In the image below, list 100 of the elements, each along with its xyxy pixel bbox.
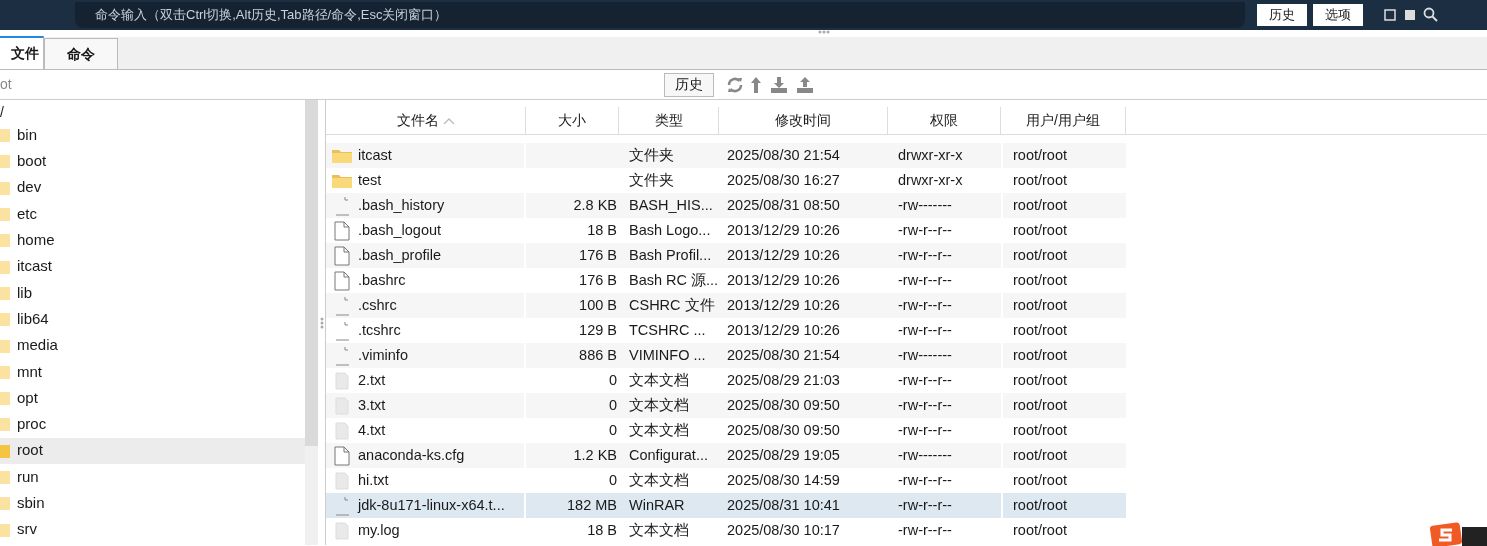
column-header[interactable]: 大小 [526,107,619,134]
file-size: 0 [608,370,617,390]
toolbar-button[interactable]: 历史 [1257,4,1307,26]
text-file-icon [335,396,349,415]
up-arrow-icon[interactable] [750,75,762,94]
column-header[interactable]: 文件名 [326,107,526,134]
file-name: 3.txt [358,395,386,415]
file-name: itcast [358,145,392,165]
document-icon [334,270,350,291]
blank-file-icon [334,345,350,366]
permissions: -rw-r--r-- [898,520,952,540]
tree-item[interactable]: run [0,463,305,491]
folder-icon [0,180,10,195]
column-header[interactable]: 类型 [619,107,719,134]
folder-icon [0,417,10,432]
file-type: 文件夹 [629,170,674,190]
permissions: -rw-r--r-- [898,295,952,315]
ime-logo-icon[interactable] [1430,522,1487,546]
tree-item[interactable]: sbin [0,490,305,517]
tree-item[interactable]: media [0,332,305,359]
tree-item[interactable]: proc [0,411,305,438]
file-type: Configurat... [629,445,708,465]
tree-item[interactable]: itcast [0,253,305,280]
tree-item[interactable]: root [0,437,305,464]
drag-handle-icon[interactable] [817,30,830,34]
tree-item[interactable]: dev [0,174,305,201]
owner: root/root [1013,270,1067,290]
permissions: drwxr-xr-x [898,170,963,190]
permissions: -rw-r--r-- [898,370,952,390]
file-size: 18 B [587,220,617,240]
toolbar-button[interactable]: 选项 [1313,4,1363,26]
scrollbar-thumb[interactable] [305,100,318,446]
folder-icon [332,173,352,188]
file-row[interactable]: .viminfo 886 B VIMINFO ... 2025/08/30 21:54 -rw------- root/root [326,343,1126,368]
file-row[interactable]: jdk-8u171-linux-x64.t... 182 MB WinRAR 2025/08/31 10:41 -rw-r--r-- root/root [326,493,1126,518]
tree-item[interactable]: etc [0,200,305,228]
file-type: Bash RC 源... [629,270,719,290]
file-name: .bash_profile [358,245,442,265]
upload-icon[interactable] [796,75,814,94]
tree-item[interactable]: bin [0,122,305,149]
file-row[interactable]: .bash_profile 176 B Bash Profil... 2013/12/29 10:26 -rw-r--r-- root/root [326,243,1126,268]
folder-icon [0,154,10,169]
command-input-bar[interactable]: 命令输入（双击Ctrl切换,Alt历史,Tab路径/命令,Esc关闭窗口） [75,2,1245,28]
tree-item[interactable]: mnt [0,358,305,385]
modified-time: 2013/12/29 10:26 [727,295,840,315]
permissions: -rw------- [898,195,952,215]
permissions: -rw-r--r-- [898,395,952,415]
splitter-handle-icon[interactable] [319,316,324,329]
file-name: anaconda-ks.cfg [358,445,465,465]
folder-icon [0,312,10,327]
file-type: 文本文档 [629,395,689,415]
tree-item[interactable]: lib [0,279,305,307]
tree-item[interactable]: home [0,227,305,254]
owner: root/root [1013,295,1067,315]
modified-time: 2025/08/30 16:27 [727,170,840,190]
file-row[interactable]: .cshrc 100 B CSHRC 文件 2013/12/29 10:26 -rw-r--r-- root/root [326,293,1126,318]
file-row[interactable]: itcast 文件夹 2025/08/30 21:54 drwxr-xr-x root/root [326,143,1126,168]
column-header[interactable]: 用户/用户组 [1001,107,1126,134]
tab[interactable]: 命令 [44,38,118,69]
file-row[interactable]: anaconda-ks.cfg 1.2 KB Configurat... 2025/08/29 19:05 -rw------- root/root [326,443,1126,468]
search-icon[interactable] [1423,7,1439,23]
modified-time: 2025/08/30 10:17 [727,520,840,540]
file-row[interactable]: .bash_history 2.8 KB BASH_HIS... 2025/08/31 08:50 -rw------- root/root [326,193,1126,218]
tree-item[interactable]: lib64 [0,306,305,333]
column-header[interactable]: 修改时间 [719,107,888,134]
file-row[interactable]: 3.txt 0 文本文档 2025/08/30 09:50 -rw-r--r-- root/root [326,393,1126,418]
tree-item[interactable]: boot [0,148,305,175]
file-name: 4.txt [358,420,386,440]
file-name: .bash_history [358,195,445,215]
path-field[interactable]: ot [0,71,660,98]
modified-time: 2025/08/29 19:05 [727,445,840,465]
tree-item[interactable]: srv [0,516,305,543]
download-icon[interactable] [770,75,788,94]
file-type: CSHRC 文件 [629,295,715,315]
history-button[interactable]: 历史 [664,72,714,97]
sort-ascending-icon [442,116,455,125]
folder-icon [0,128,10,143]
owner: root/root [1013,170,1067,190]
tab[interactable]: 文件 [0,36,44,69]
modified-time: 2025/08/30 21:54 [727,145,840,165]
tree-item[interactable]: opt [0,384,305,412]
document-icon [334,445,350,466]
modified-time: 2025/08/30 09:50 [727,395,840,415]
file-type: 文本文档 [629,420,689,440]
text-file-icon [335,471,349,490]
tree-root[interactable]: / [0,104,305,122]
file-name: .bashrc [358,270,406,290]
owner: root/root [1013,320,1067,340]
document-icon [334,220,350,241]
column-header[interactable]: 权限 [888,107,1001,134]
refresh-icon[interactable] [726,75,744,94]
modified-time: 2013/12/29 10:26 [727,220,840,240]
file-size: 182 MB [567,495,617,515]
owner: root/root [1013,495,1067,515]
file-type: VIMINFO ... [629,345,706,365]
folder-icon [0,259,10,274]
owner: root/root [1013,370,1067,390]
modified-time: 2025/08/31 08:50 [727,195,840,215]
file-type: 文本文档 [629,470,689,490]
file-type: 文本文档 [629,370,689,390]
